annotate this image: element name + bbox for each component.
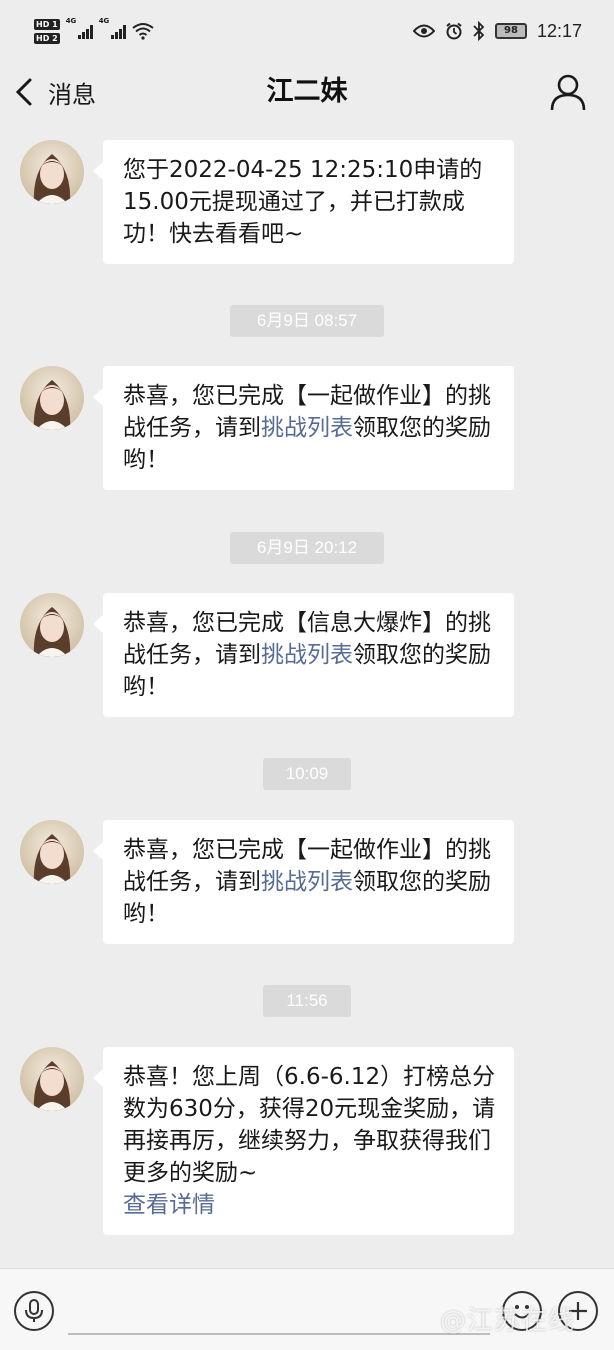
profile-button[interactable]: [548, 70, 588, 114]
sender-avatar[interactable]: [20, 1047, 84, 1111]
more-button[interactable]: [558, 1291, 598, 1331]
sender-avatar[interactable]: [20, 820, 84, 884]
message-bubble[interactable]: 恭喜，您已完成【信息大爆炸】的挑战任务，请到挑战列表领取您的奖励哟！: [93, 593, 514, 717]
sender-avatar[interactable]: [20, 366, 84, 430]
hd-indicators: HD 1 HD 2: [34, 18, 60, 44]
bluetooth-icon: [473, 21, 485, 41]
sender-avatar[interactable]: [20, 593, 84, 657]
network-type-2: 4G: [98, 17, 110, 25]
plus-icon: [569, 1302, 587, 1320]
alarm-icon: [446, 22, 462, 40]
challenge-list-link[interactable]: 挑战列表: [261, 869, 353, 895]
status-time: 12:17: [536, 20, 582, 41]
status-left: HD 1 HD 2 4G 4G: [34, 14, 154, 48]
person-icon: [550, 74, 586, 111]
timestamp: 10:09: [263, 758, 351, 790]
voice-icon: [25, 1299, 43, 1322]
input-bar: [0, 1268, 614, 1350]
timestamp: 6月9日 08:57: [230, 305, 384, 337]
timestamp: 11:56: [263, 985, 351, 1017]
challenge-list-link[interactable]: 挑战列表: [261, 415, 353, 441]
message-text: 恭喜！您上周（6.6-6.12）打榜总分数为630分，获得20元现金奖励，请再接…: [123, 1064, 496, 1186]
network-type-1: 4G: [65, 17, 77, 25]
view-details-link[interactable]: 查看详情: [123, 1189, 498, 1221]
signal-icon: 4G: [99, 17, 126, 39]
message-input[interactable]: [68, 1287, 490, 1335]
chat-title: 江二妹: [266, 76, 348, 107]
message-bubble[interactable]: 恭喜，您已完成【一起做作业】的挑战任务，请到挑战列表领取您的奖励哟！: [93, 366, 514, 490]
message-bubble[interactable]: 恭喜！您上周（6.6-6.12）打榜总分数为630分，获得20元现金奖励，请再接…: [93, 1047, 514, 1235]
status-right: 98 12:17: [412, 16, 582, 46]
wifi-icon: [132, 23, 154, 40]
voice-button[interactable]: [14, 1291, 54, 1331]
challenge-list-link[interactable]: 挑战列表: [261, 642, 353, 668]
status-bar: HD 1 HD 2 4G 4G 98 12:17: [0, 0, 614, 62]
message-text: 您于2022-04-25 12:25:10申请的15.00元提现通过了，并已打款…: [123, 157, 483, 247]
eye-icon: [412, 24, 435, 38]
nav-bar: 消息 江二妹: [0, 62, 614, 122]
message-bubble[interactable]: 您于2022-04-25 12:25:10申请的15.00元提现通过了，并已打款…: [93, 140, 514, 264]
hd2-badge: HD 2: [34, 32, 60, 44]
timestamp: 6月9日 20:12: [230, 532, 384, 564]
sender-avatar[interactable]: [20, 140, 84, 204]
hd1-badge: HD 1: [34, 18, 60, 30]
battery-icon: 98: [494, 23, 527, 39]
emoji-button[interactable]: [502, 1291, 542, 1331]
emoji-icon: [514, 1305, 530, 1319]
message-bubble[interactable]: 恭喜，您已完成【一起做作业】的挑战任务，请到挑战列表领取您的奖励哟！: [93, 820, 514, 944]
signal-icon: 4G: [66, 17, 93, 39]
